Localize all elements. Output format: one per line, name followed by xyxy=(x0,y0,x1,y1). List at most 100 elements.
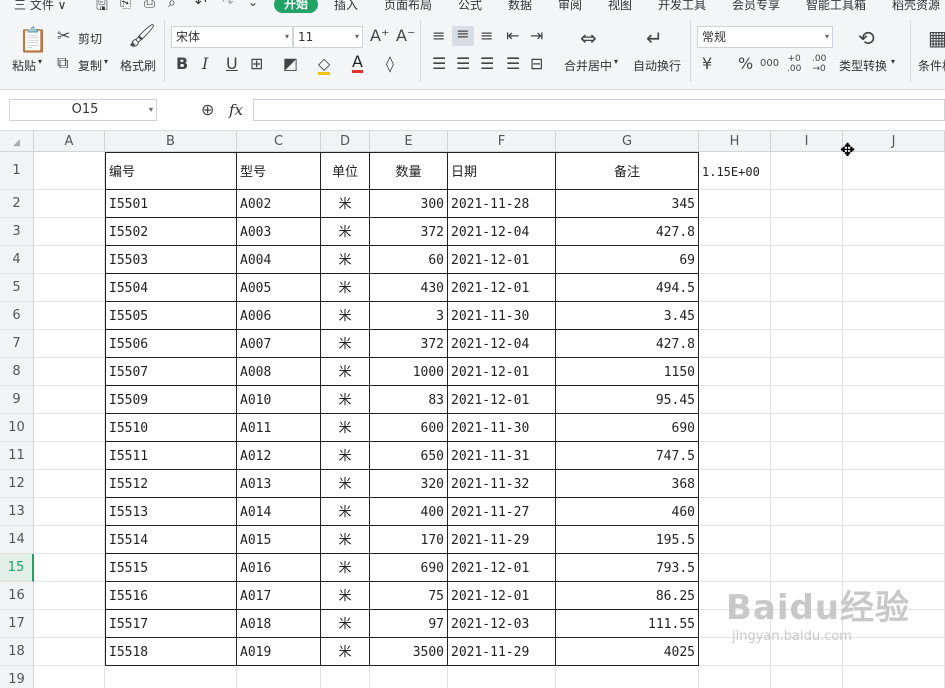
grid-cell[interactable] xyxy=(771,666,843,688)
table-cell[interactable]: 3 xyxy=(370,302,448,330)
clear-format-icon[interactable]: ◊ xyxy=(386,56,394,72)
increase-indent-icon[interactable]: ⇥ xyxy=(530,28,543,44)
table-cell[interactable]: 494.5 xyxy=(556,274,699,302)
grid-cell[interactable] xyxy=(843,470,945,498)
bold-icon[interactable]: B xyxy=(176,56,188,72)
grid-cell[interactable] xyxy=(843,414,945,442)
paste-icon[interactable]: 📋 xyxy=(18,28,48,52)
align-top-icon[interactable]: ≡ xyxy=(432,28,445,44)
table-cell[interactable]: 米 xyxy=(321,358,370,386)
table-cell[interactable]: 米 xyxy=(321,302,370,330)
table-cell[interactable]: 2021-12-01 xyxy=(448,358,556,386)
table-cell[interactable]: 2021-11-29 xyxy=(448,638,556,666)
grid-cell[interactable] xyxy=(843,526,945,554)
justify-icon[interactable]: ☰ xyxy=(506,56,520,72)
increase-font-icon[interactable]: A⁺ xyxy=(370,28,389,44)
row-header-10[interactable]: 10 xyxy=(0,414,34,442)
table-cell[interactable]: 4025 xyxy=(556,638,699,666)
row-header-5[interactable]: 5 xyxy=(0,274,34,302)
grid-cell[interactable] xyxy=(843,274,945,302)
grid-cell[interactable] xyxy=(771,638,843,666)
row-header-9[interactable]: 9 xyxy=(0,386,34,414)
table-cell[interactable]: 460 xyxy=(556,498,699,526)
table-cell[interactable]: 2021-11-28 xyxy=(448,190,556,218)
table-cell[interactable]: I5503 xyxy=(105,246,237,274)
paste-button[interactable]: 粘贴 xyxy=(12,57,36,74)
grid-cell[interactable] xyxy=(843,498,945,526)
table-cell[interactable]: I5502 xyxy=(105,218,237,246)
table-cell[interactable]: A017 xyxy=(237,582,321,610)
row-header-13[interactable]: 13 xyxy=(0,498,34,526)
table-cell[interactable]: 400 xyxy=(370,498,448,526)
grid-cell[interactable] xyxy=(699,582,771,610)
header-cell[interactable]: 备注 xyxy=(556,152,699,190)
grid-cell[interactable] xyxy=(771,274,843,302)
table-cell[interactable]: 2021-12-01 xyxy=(448,386,556,414)
table-cell[interactable]: I5515 xyxy=(105,554,237,582)
grid-cell[interactable] xyxy=(843,246,945,274)
row-header-17[interactable]: 17 xyxy=(0,610,34,638)
grid-cell[interactable] xyxy=(843,442,945,470)
cut-button[interactable]: 剪切 xyxy=(78,30,102,47)
grid-cell[interactable] xyxy=(34,554,105,582)
table-cell[interactable]: I5507 xyxy=(105,358,237,386)
undo-icon[interactable]: ↶ xyxy=(195,0,207,11)
column-header-g[interactable]: G xyxy=(556,131,699,152)
auto-wrap-button[interactable]: 自动换行 xyxy=(633,57,681,74)
column-header-j[interactable]: J xyxy=(843,131,945,152)
table-cell[interactable]: I5517 xyxy=(105,610,237,638)
table-cell[interactable]: A011 xyxy=(237,414,321,442)
table-cell[interactable]: A006 xyxy=(237,302,321,330)
grid-cell[interactable] xyxy=(34,638,105,666)
underline-icon[interactable]: U xyxy=(226,56,238,72)
row-header-14[interactable]: 14 xyxy=(0,526,34,554)
table-cell[interactable]: 2021-12-01 xyxy=(448,246,556,274)
increase-decimal-icon[interactable]: +0.00 xyxy=(787,54,801,74)
table-cell[interactable]: I5513 xyxy=(105,498,237,526)
table-cell[interactable]: 300 xyxy=(370,190,448,218)
tab-developer[interactable]: 开发工具 xyxy=(658,0,706,13)
tab-view[interactable]: 视图 xyxy=(608,0,632,13)
print-icon[interactable]: ⎙ xyxy=(144,0,155,11)
grid-cell[interactable] xyxy=(34,666,105,688)
tab-docer[interactable]: 稻壳资源 xyxy=(892,0,940,13)
grid-cell[interactable] xyxy=(699,498,771,526)
preview-icon[interactable]: ⌕ xyxy=(168,0,176,11)
column-header-e[interactable]: E xyxy=(370,131,448,152)
type-convert-button[interactable]: 类型转换 xyxy=(839,57,887,74)
column-header-c[interactable]: C xyxy=(237,131,321,152)
grid-cell[interactable] xyxy=(843,152,945,190)
table-cell[interactable]: 427.8 xyxy=(556,330,699,358)
italic-icon[interactable]: I xyxy=(202,56,208,72)
formula-input[interactable] xyxy=(253,99,945,121)
grid-cell[interactable] xyxy=(34,386,105,414)
table-cell[interactable]: 60 xyxy=(370,246,448,274)
row-header-7[interactable]: 7 xyxy=(0,330,34,358)
table-cell[interactable]: A012 xyxy=(237,442,321,470)
row-header-11[interactable]: 11 xyxy=(0,442,34,470)
grid-cell[interactable] xyxy=(771,582,843,610)
table-cell[interactable]: 米 xyxy=(321,582,370,610)
conditional-format-icon[interactable]: ▦ xyxy=(928,28,945,48)
distribute-icon[interactable]: ⊟ xyxy=(530,56,543,72)
table-cell[interactable]: 米 xyxy=(321,610,370,638)
table-cell[interactable]: 195.5 xyxy=(556,526,699,554)
grid-cell[interactable] xyxy=(843,638,945,666)
row-header-19[interactable]: 19 xyxy=(0,666,34,688)
conditional-format-button[interactable]: 条件格 xyxy=(918,57,945,74)
column-header-f[interactable]: F xyxy=(448,131,556,152)
row-header-3[interactable]: 3 xyxy=(0,218,34,246)
grid-cell[interactable] xyxy=(771,330,843,358)
grid-cell[interactable] xyxy=(699,358,771,386)
grid-cell[interactable] xyxy=(699,610,771,638)
fill-pattern-icon[interactable]: ◩ xyxy=(283,56,298,72)
column-header-d[interactable]: D xyxy=(321,131,370,152)
grid-cell[interactable] xyxy=(699,470,771,498)
select-all-corner[interactable]: ◢ xyxy=(0,131,34,152)
table-cell[interactable]: A007 xyxy=(237,330,321,358)
grid-cell[interactable] xyxy=(34,218,105,246)
table-cell[interactable]: 368 xyxy=(556,470,699,498)
convert-icon[interactable]: ⟲ xyxy=(858,28,875,48)
grid-cell[interactable] xyxy=(699,274,771,302)
decrease-decimal-icon[interactable]: .00 →0 xyxy=(812,54,826,74)
